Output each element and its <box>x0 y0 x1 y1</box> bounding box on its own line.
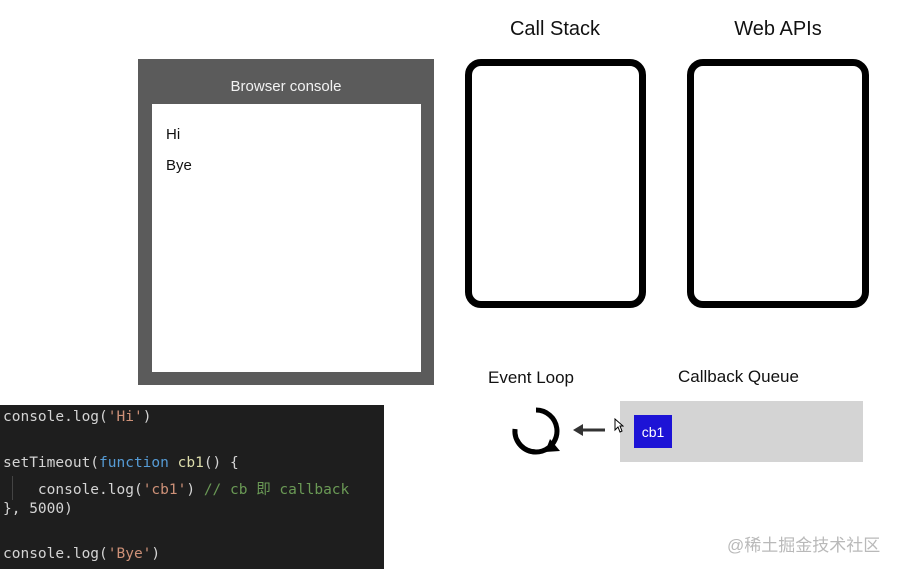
code-editor: console.log('Hi') setTimeout(function cb… <box>0 405 384 569</box>
left-arrow-icon <box>573 424 605 436</box>
browser-console-panel: Browser console Hi Bye <box>138 59 434 385</box>
browser-console-title: Browser console <box>230 78 342 95</box>
call-stack-box <box>465 59 646 308</box>
event-loop-title: Event Loop <box>488 368 575 387</box>
mouse-cursor-icon <box>614 418 624 433</box>
web-apis-box <box>687 59 869 308</box>
console-output-line: Hi <box>166 126 181 143</box>
console-output-line: Bye <box>166 157 192 174</box>
callback-queue-box: cb1 <box>620 401 863 462</box>
code-line: setTimeout(function cb1() { <box>3 455 239 471</box>
code-line: console.log('cb1') // cb 即 callback <box>3 482 350 498</box>
refresh-icon <box>512 407 560 455</box>
call-stack-title: Call Stack <box>509 18 601 40</box>
code-line: }, 5000) <box>3 501 73 517</box>
browser-console-output: Hi Bye <box>152 104 421 372</box>
watermark: @稀土掘金技术社区 <box>727 536 881 555</box>
callback-queue-item: cb1 <box>634 415 672 448</box>
web-apis-title: Web APIs <box>734 18 822 40</box>
callback-queue-title: Callback Queue <box>678 367 799 386</box>
code-line: console.log('Bye') <box>3 546 161 562</box>
code-line: console.log('Hi') <box>3 409 152 425</box>
indent-guide <box>12 476 13 500</box>
